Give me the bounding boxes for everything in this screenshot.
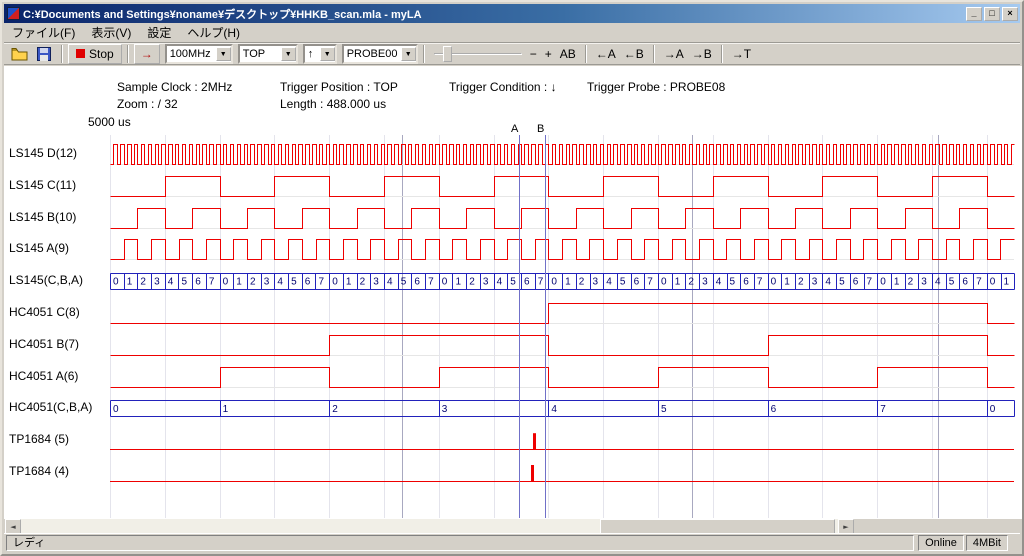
status-memory: 4MBit	[966, 535, 1008, 551]
app-window: C:¥Documents and Settings¥noname¥デスクトップ¥…	[0, 0, 1024, 556]
app-icon	[7, 7, 20, 20]
zoom-slider-thumb[interactable]	[443, 46, 452, 62]
trigger-probe-value: PROBE00	[344, 48, 401, 60]
toolbar-separator	[721, 45, 723, 63]
chevron-down-icon[interactable]: ▼	[401, 47, 416, 61]
toolbar-separator	[61, 45, 63, 63]
trigger-edge-value: ↑	[305, 48, 320, 60]
title-bar[interactable]: C:¥Documents and Settings¥noname¥デスクトップ¥…	[4, 4, 1020, 23]
zoom-info: Zoom : / 32	[117, 97, 178, 111]
trigger-position-value: TOP	[240, 48, 281, 60]
toolbar: Stop → 100MHz ▼ TOP ▼ ↑ ▼ PROBE00 ▼ − + …	[4, 43, 1020, 65]
toolbar-separator	[653, 45, 655, 63]
run-button[interactable]: →	[134, 44, 160, 64]
sample-clock-select[interactable]: 100MHz ▼	[165, 44, 233, 64]
open-folder-icon	[11, 47, 29, 61]
status-ready: レディ	[6, 535, 914, 551]
time-scale-label: 5000 us	[88, 115, 131, 129]
goto-trigger-button[interactable]: →T	[728, 44, 755, 64]
set-cursor-b-button[interactable]: →B	[688, 44, 716, 64]
stop-label: Stop	[89, 47, 114, 61]
sample-clock-value: 100MHz	[167, 48, 216, 60]
menu-help[interactable]: ヘルプ(H)	[179, 22, 248, 43]
waveform-panel: Sample Clock : 2MHz Trigger Position : T…	[4, 66, 1024, 519]
zoom-ab-button[interactable]: AB	[556, 44, 580, 64]
goto-cursor-a-button[interactable]: ←A	[592, 44, 620, 64]
status-bar: レディ Online 4MBit	[4, 533, 1020, 552]
zoom-out-button[interactable]: −	[526, 44, 541, 64]
trigger-edge-select[interactable]: ↑ ▼	[303, 44, 337, 64]
zoom-slider[interactable]	[434, 44, 522, 64]
close-button[interactable]: ×	[1002, 7, 1018, 21]
floppy-disk-icon	[37, 47, 51, 61]
save-button[interactable]	[32, 44, 56, 64]
toolbar-separator	[127, 45, 129, 63]
minimize-button[interactable]: _	[966, 7, 982, 21]
window-title: C:¥Documents and Settings¥noname¥デスクトップ¥…	[23, 6, 966, 22]
goto-cursor-b-button[interactable]: ←B	[620, 44, 648, 64]
chevron-down-icon[interactable]: ▼	[320, 47, 335, 61]
menu-file[interactable]: ファイル(F)	[4, 22, 83, 43]
maximize-button[interactable]: □	[984, 7, 1000, 21]
trigger-position-select[interactable]: TOP ▼	[238, 44, 298, 64]
trigger-probe-info: Trigger Probe : PROBE08	[587, 80, 725, 94]
chevron-down-icon[interactable]: ▼	[216, 47, 231, 61]
set-cursor-a-button[interactable]: →A	[660, 44, 688, 64]
stop-button[interactable]: Stop	[68, 44, 122, 64]
trigger-position-info: Trigger Position : TOP	[280, 80, 398, 94]
open-file-button[interactable]	[8, 44, 32, 64]
status-online: Online	[918, 535, 964, 551]
stop-icon	[76, 49, 85, 58]
toolbar-separator	[585, 45, 587, 63]
menu-bar: ファイル(F) 表示(V) 設定 ヘルプ(H)	[4, 23, 1020, 43]
menu-view[interactable]: 表示(V)	[83, 22, 139, 43]
zoom-in-button[interactable]: +	[541, 44, 556, 64]
sample-clock-info: Sample Clock : 2MHz	[117, 80, 232, 94]
menu-settings[interactable]: 設定	[139, 22, 179, 43]
length-info: Length : 488.000 us	[280, 97, 386, 111]
trigger-condition-info: Trigger Condition : ↓	[449, 80, 557, 94]
trigger-probe-select[interactable]: PROBE00 ▼	[342, 44, 418, 64]
toolbar-separator	[423, 45, 425, 63]
chevron-down-icon[interactable]: ▼	[281, 47, 296, 61]
